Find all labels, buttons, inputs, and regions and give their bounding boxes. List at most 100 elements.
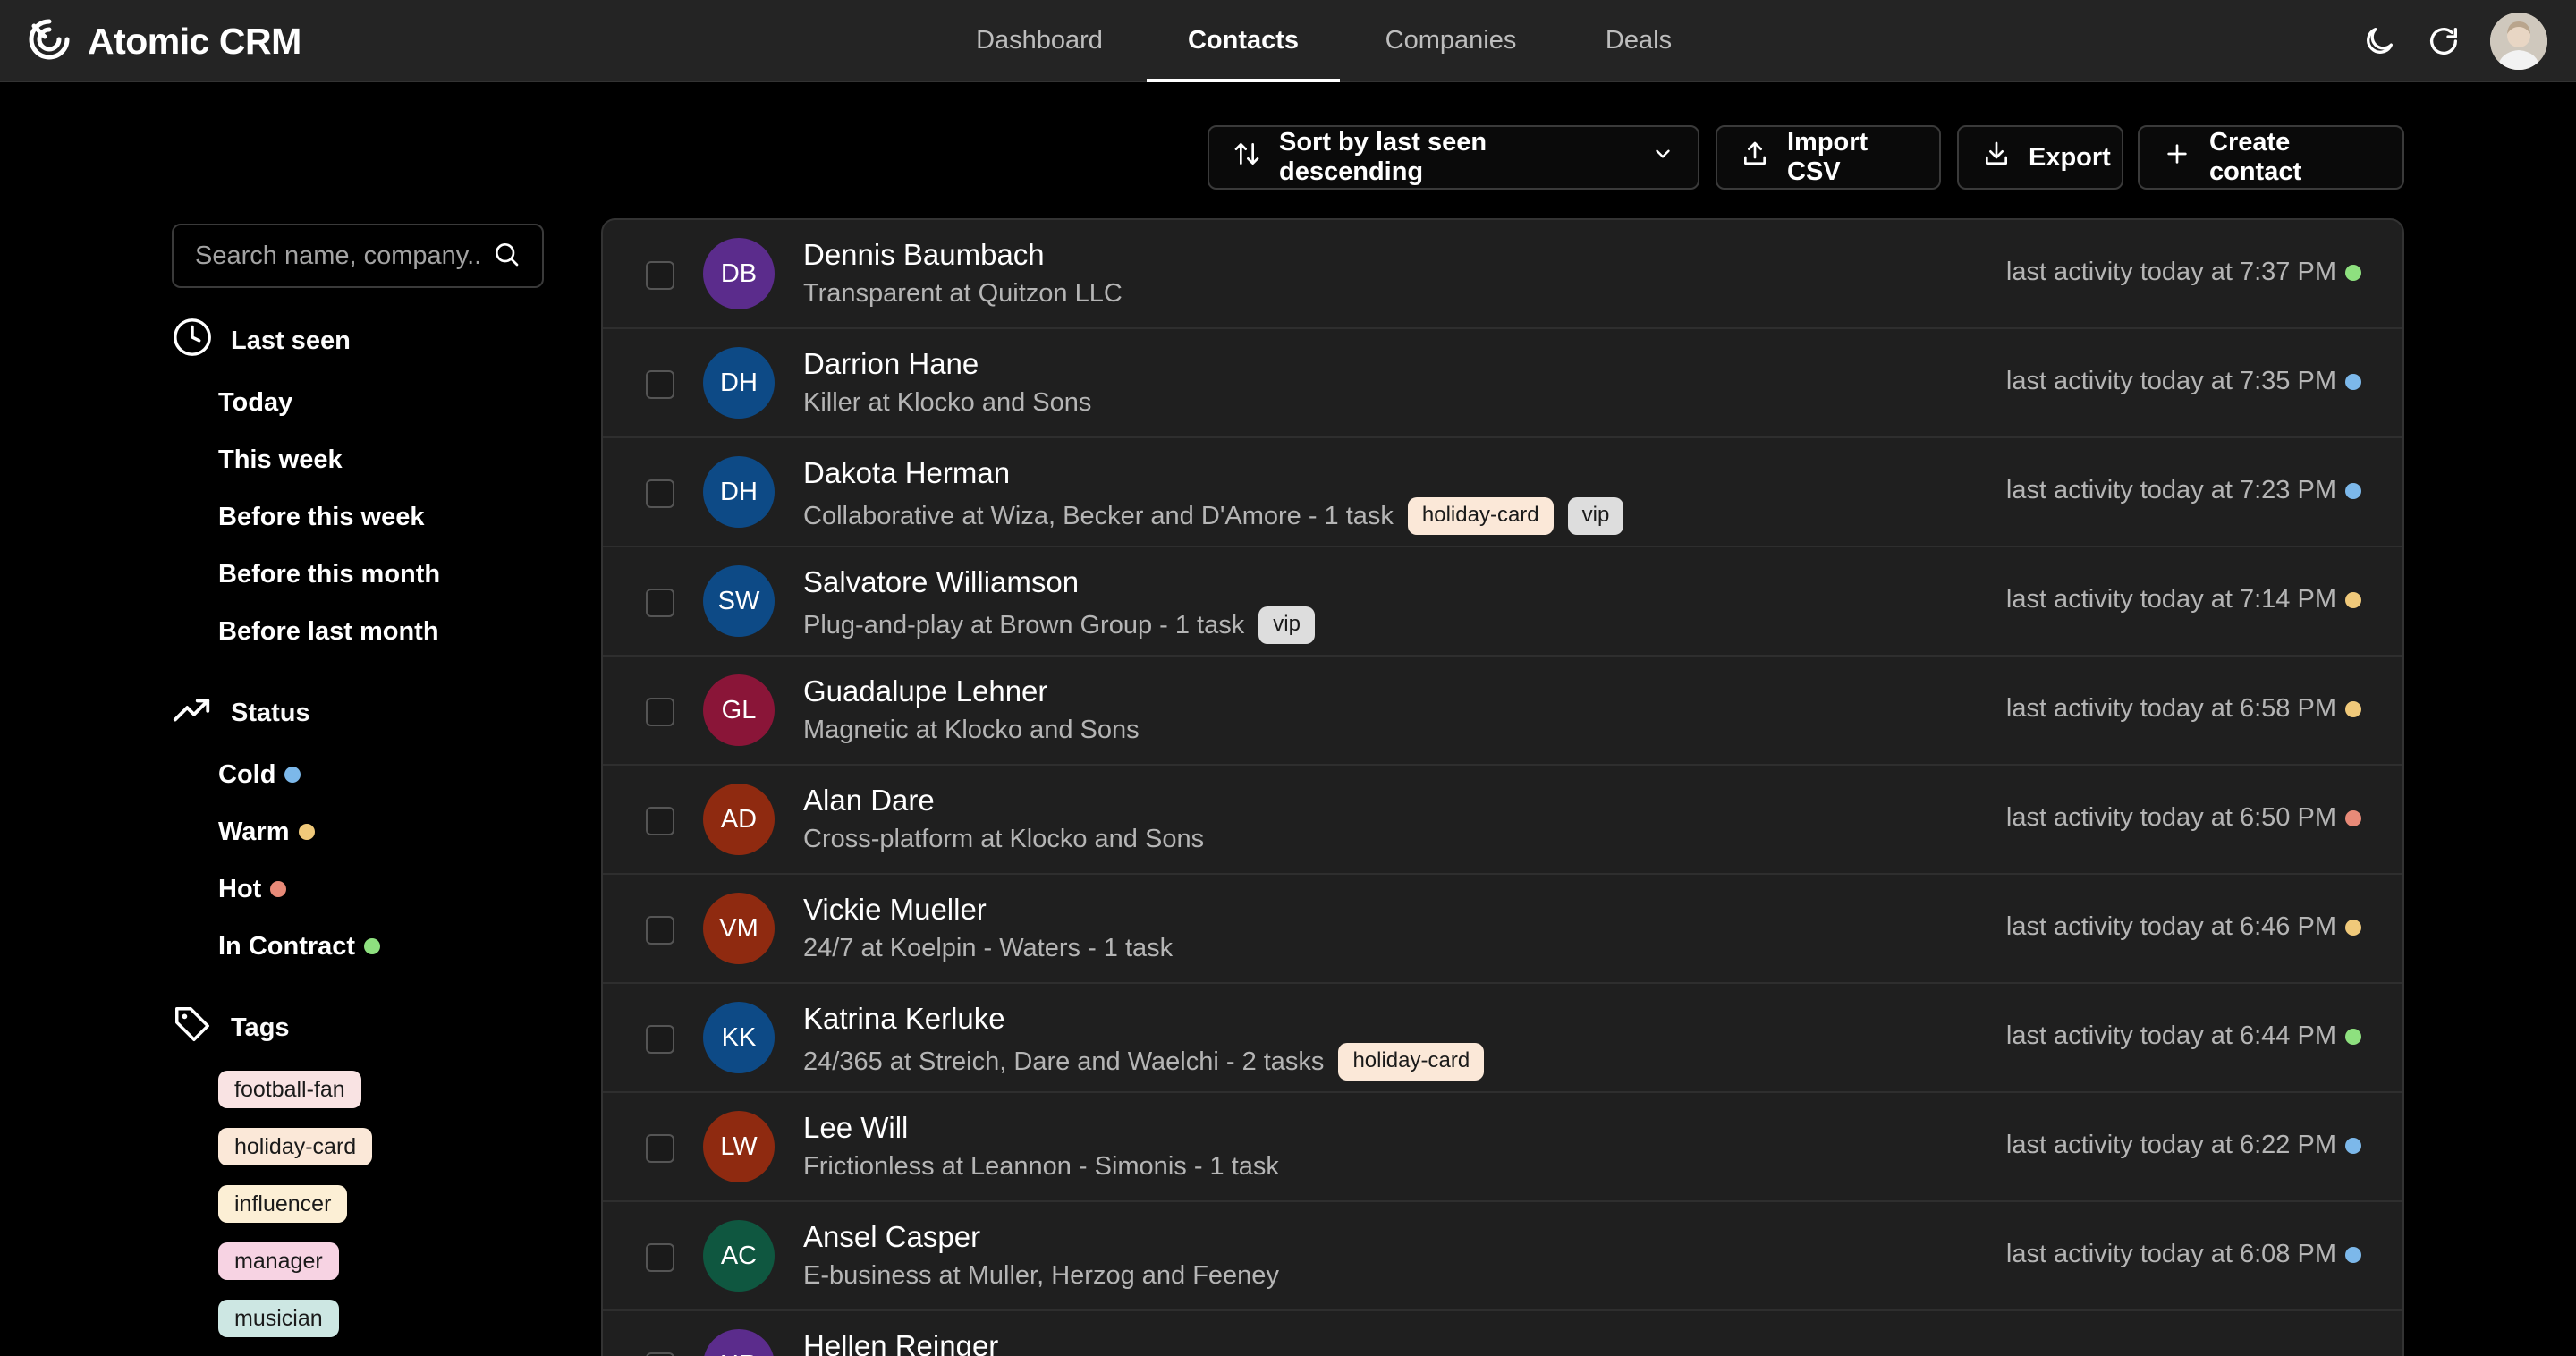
tab-contacts[interactable]: Contacts bbox=[1147, 0, 1340, 82]
contact-subtitle: Cross-platform at Klocko and Sons bbox=[803, 825, 1204, 854]
contact-name[interactable]: Lee Will bbox=[803, 1111, 908, 1145]
export-button[interactable]: Export bbox=[1957, 125, 2123, 190]
status-label: Hot bbox=[218, 874, 262, 903]
status-dot bbox=[2345, 482, 2361, 499]
tag-filter-influencer[interactable]: influencer bbox=[218, 1185, 348, 1223]
contact-row[interactable]: LW Lee Will Frictionless at Leannon - Simo… bbox=[603, 1093, 2402, 1202]
contact-row[interactable]: KK Katrina Kerluke 24/365 at Streich, Dare… bbox=[603, 984, 2402, 1093]
contact-row[interactable]: DH Dakota Herman Collaborative at Wiza, Be… bbox=[603, 438, 2402, 547]
brand[interactable]: Atomic CRM bbox=[27, 16, 301, 66]
last-activity: last activity today at 6:46 PM bbox=[2006, 912, 2361, 942]
contact-row[interactable]: AD Alan Dare Cross-platform at Klocko and … bbox=[603, 766, 2402, 875]
trending-up-icon bbox=[172, 689, 213, 737]
tab-deals[interactable]: Deals bbox=[1585, 0, 1692, 82]
contact-subtitle: 24/365 at Streich, Dare and Waelchi - 2 … bbox=[803, 1043, 1485, 1081]
last-activity-text: last activity today at 6:46 PM bbox=[2005, 912, 2336, 941]
tag-filter-musician[interactable]: musician bbox=[218, 1300, 339, 1337]
tag-filter-holiday-card[interactable]: holiday-card bbox=[218, 1128, 373, 1165]
row-checkbox[interactable] bbox=[646, 1134, 674, 1163]
import-csv-button[interactable]: Import CSV bbox=[1716, 125, 1941, 190]
status-dot bbox=[2345, 1246, 2361, 1263]
row-checkbox[interactable] bbox=[646, 807, 674, 835]
contact-row[interactable]: VM Vickie Mueller 24/7 at Koelpin - Waters… bbox=[603, 875, 2402, 984]
contact-title-company: 24/7 at Koelpin - Waters - 1 task bbox=[803, 934, 1174, 962]
user-avatar[interactable] bbox=[2490, 13, 2547, 70]
status-label: Warm bbox=[218, 817, 290, 846]
last-activity: last activity today at 6:22 PM bbox=[2006, 1131, 2361, 1160]
contact-tag-chip: vip bbox=[1567, 497, 1624, 535]
last-activity-text: last activity today at 6:58 PM bbox=[2005, 694, 2336, 723]
download-icon bbox=[1982, 140, 2011, 175]
tab-dashboard[interactable]: Dashboard bbox=[953, 0, 1125, 82]
last-activity: last activity today at 6:50 PM bbox=[2006, 803, 2361, 833]
filter-status-in-contract[interactable]: In Contract bbox=[218, 928, 381, 964]
row-checkbox[interactable] bbox=[646, 916, 674, 945]
filter-before-this-week[interactable]: Before this week bbox=[218, 499, 424, 535]
last-activity: last activity today at 7:37 PM bbox=[2006, 258, 2361, 287]
contact-name[interactable]: Dakota Herman bbox=[803, 456, 1010, 490]
contact-title-company: Frictionless at Leannon - Simonis - 1 ta… bbox=[803, 1152, 1279, 1181]
contact-row[interactable]: DH Darrion Hane Killer at Klocko and Sons l… bbox=[603, 329, 2402, 438]
filter-this-week[interactable]: This week bbox=[218, 442, 343, 478]
sort-arrows-icon bbox=[1233, 140, 1261, 175]
contact-name[interactable]: Salvatore Williamson bbox=[803, 565, 1079, 599]
plus-icon bbox=[2163, 140, 2191, 175]
contact-name[interactable]: Vickie Mueller bbox=[803, 893, 987, 927]
last-activity-text: last activity today at 6:22 PM bbox=[2005, 1131, 2336, 1159]
status-dot bbox=[2345, 809, 2361, 826]
contact-title-company: Cross-platform at Klocko and Sons bbox=[803, 825, 1205, 853]
contact-name[interactable]: Alan Dare bbox=[803, 784, 935, 818]
contact-name[interactable]: Katrina Kerluke bbox=[803, 1002, 1005, 1036]
contact-title-company: Plug-and-play at Brown Group - 1 task bbox=[803, 610, 1245, 640]
status-dot bbox=[2345, 1028, 2361, 1045]
contact-row[interactable]: GL Guadalupe Lehner Magnetic at Klocko and… bbox=[603, 657, 2402, 766]
status-dot bbox=[2345, 1137, 2361, 1154]
row-checkbox[interactable] bbox=[646, 589, 674, 617]
sort-button[interactable]: Sort by last seen descending bbox=[1208, 125, 1699, 190]
contact-name[interactable]: Hellen Reinger bbox=[803, 1329, 998, 1356]
filter-status-hot[interactable]: Hot bbox=[218, 871, 287, 907]
row-checkbox[interactable] bbox=[646, 698, 674, 726]
contact-name[interactable]: Dennis Baumbach bbox=[803, 238, 1045, 272]
status-title: Status bbox=[231, 698, 310, 727]
last-activity: last activity today at 6:44 PM bbox=[2006, 1021, 2361, 1051]
row-checkbox[interactable] bbox=[646, 479, 674, 508]
status-dot bbox=[284, 767, 301, 783]
create-contact-label: Create contact bbox=[2209, 128, 2302, 186]
filter-today[interactable]: Today bbox=[218, 385, 292, 420]
filter-before-this-month[interactable]: Before this month bbox=[218, 556, 440, 592]
status-label: Cold bbox=[218, 759, 276, 789]
contact-name[interactable]: Guadalupe Lehner bbox=[803, 674, 1047, 708]
row-checkbox[interactable] bbox=[646, 1243, 674, 1272]
status-dot bbox=[2345, 264, 2361, 281]
refresh-icon[interactable] bbox=[2426, 23, 2462, 59]
contact-row[interactable]: AC Ansel Casper E-business at Muller, Herz… bbox=[603, 1202, 2402, 1311]
filter-status-warm[interactable]: Warm bbox=[218, 814, 315, 850]
clock-icon bbox=[172, 317, 213, 365]
tag-filter-manager[interactable]: manager bbox=[218, 1242, 339, 1280]
contact-name[interactable]: Ansel Casper bbox=[803, 1220, 980, 1254]
tag-filter-football-fan[interactable]: football-fan bbox=[218, 1071, 361, 1108]
status-dot bbox=[298, 824, 315, 840]
create-contact-button[interactable]: Create contact bbox=[2138, 125, 2404, 190]
search-input[interactable]: Search name, company.. bbox=[172, 224, 544, 288]
row-checkbox[interactable] bbox=[646, 261, 674, 290]
filter-before-last-month[interactable]: Before last month bbox=[218, 614, 439, 649]
tab-companies[interactable]: Companies bbox=[1365, 0, 1537, 82]
import-csv-label: Import CSV bbox=[1787, 128, 1868, 186]
contact-name[interactable]: Darrion Hane bbox=[803, 347, 979, 381]
contact-row[interactable]: DB Dennis Baumbach Transparent at Quitzon … bbox=[603, 220, 2402, 329]
contact-row[interactable]: HR Hellen Reinger bbox=[603, 1311, 2402, 1356]
tags-heading: Tags bbox=[172, 1004, 290, 1052]
contact-tag-chip: holiday-card bbox=[1407, 497, 1554, 535]
contact-avatar: LW bbox=[703, 1111, 775, 1182]
row-checkbox[interactable] bbox=[646, 1025, 674, 1054]
theme-toggle-moon-icon[interactable] bbox=[2361, 23, 2397, 59]
last-activity-text: last activity today at 6:44 PM bbox=[2005, 1021, 2336, 1050]
row-checkbox[interactable] bbox=[646, 1352, 674, 1356]
contact-row[interactable]: SW Salvatore Williamson Plug-and-play at B… bbox=[603, 547, 2402, 657]
row-checkbox[interactable] bbox=[646, 370, 674, 399]
filter-status-cold[interactable]: Cold bbox=[218, 757, 301, 792]
last-activity-text: last activity today at 6:50 PM bbox=[2005, 803, 2336, 832]
contact-title-company: E-business at Muller, Herzog and Feeney bbox=[803, 1261, 1279, 1290]
